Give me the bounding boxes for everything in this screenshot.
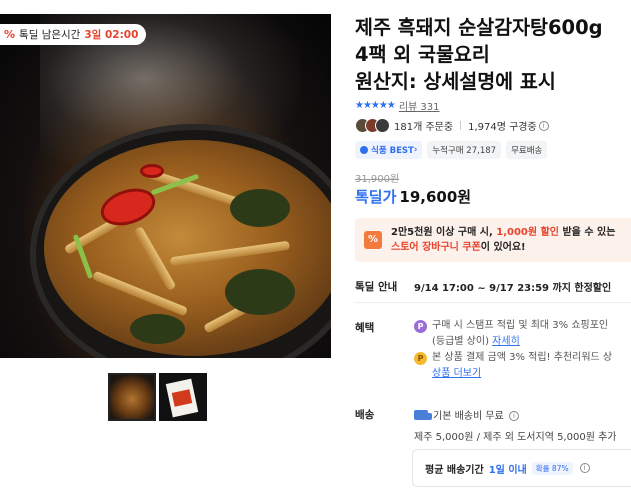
best-badge-label: 식품 BEST [371, 146, 414, 156]
benefit-item-stamp: P 구매 시 스탬프 적립 및 최대 3% 쇼핑포인 (등급별 상이) 자세히 [414, 318, 608, 350]
probability-chip: 확률 87% [531, 461, 573, 475]
chevron-right-icon: › [413, 145, 418, 155]
more-products-link[interactable]: 상품 더보기 [432, 368, 481, 379]
coupon-text: 2만5천원 이상 구매 시, 1,000원 할인 받을 수 있는 스토어 장바구… [391, 225, 615, 255]
greens [225, 269, 295, 315]
shipping-label: 배송 [355, 409, 375, 421]
info-icon[interactable]: i [538, 120, 549, 131]
benefit-stamp-line2: (등급별 상이) 자세히 [414, 334, 608, 350]
title-line-3: 원산지: 상세설명에 표시 [355, 70, 556, 93]
shipping-extra: 제주 5,000원 / 제주 외 도서지역 5,000원 추가 [414, 432, 617, 443]
benefit-stamp-note: (등급별 상이) [432, 336, 493, 347]
greens [230, 189, 290, 227]
red-pepper [140, 164, 164, 178]
divider [460, 121, 462, 130]
price-label: 톡딜가 [355, 188, 397, 206]
coupon-icon: % [364, 231, 382, 249]
timer-value: 3일 02:00 [84, 29, 139, 41]
benefit-item-reward: P 본 상품 결제 금액 3% 적립! 추천리워드 상 상품 더보기 [414, 350, 612, 382]
benefit-stamp-line1: 구매 시 스탬프 적립 및 최대 3% 쇼핑포인 [432, 320, 609, 331]
coupon-line2-post: 이 있어요! [480, 242, 526, 253]
truck-icon [414, 410, 432, 420]
cumulative-badge: 누적구매 27,187 [427, 141, 502, 159]
title-line-2: 4팩 외 국물요리 [355, 43, 490, 66]
avg-delivery-box: 평균 배송기간 1일 이내 확률 87% i [412, 449, 631, 487]
order-count: 181개 주문중 [394, 122, 454, 133]
review-count: 331 [420, 102, 440, 113]
avg-delivery-label: 평균 배송기간 [425, 464, 484, 476]
free-shipping-badge: 무료배송 [506, 141, 548, 159]
review-link[interactable]: 리뷰 331 [399, 98, 440, 113]
avg-delivery-value: 1일 이내 [488, 464, 527, 476]
info-icon[interactable]: i [508, 411, 519, 421]
shipping-base-text: 기본 배송비 무료 [433, 411, 504, 422]
coupon-line1-pre: 2만5천원 이상 구매 시, [391, 227, 497, 238]
stats-row: 181개 주문중 1,974명 구경중 i [355, 118, 549, 133]
badge-row: 식품 BEST › 누적구매 27,187 무료배송 [355, 141, 548, 159]
coupon-store-cart: 스토어 장바구니 쿠폰 [391, 242, 481, 253]
details-link[interactable]: 자세히 [492, 336, 520, 347]
sale-price: 19,600원 [399, 188, 472, 206]
coupon-line1-post: 받을 수 있는 [558, 227, 616, 238]
deal-timer-badge: % 톡딜 남은시간 3일 02:00 [0, 24, 147, 45]
info-icon[interactable]: i [579, 463, 590, 473]
original-price: 31,900원 [355, 174, 400, 185]
coupon-banner[interactable]: % 2만5천원 이상 구매 시, 1,000원 할인 받을 수 있는 스토어 장… [355, 218, 631, 262]
percent-icon: % [4, 28, 16, 41]
point-icon: P [414, 320, 427, 333]
section-divider [355, 302, 631, 303]
coupon-discount: 1,000원 할인 [496, 227, 559, 238]
title-line-1: 제주 흑돼지 순살감자탕600g [355, 16, 603, 39]
product-main-image[interactable] [0, 14, 331, 358]
star-rating-icon: ★★★★★ [355, 100, 396, 111]
thumbnail-1[interactable] [108, 373, 156, 421]
review-label: 리뷰 [398, 102, 418, 113]
greens [130, 314, 185, 344]
thumbnail-2[interactable] [159, 373, 207, 421]
reward-point-icon: P [414, 352, 427, 365]
avatar [375, 118, 390, 133]
shipping-base: 기본 배송비 무료 i [414, 407, 519, 422]
best-badge[interactable]: 식품 BEST › [355, 141, 423, 159]
timer-label: 톡딜 남은시간 [19, 29, 81, 41]
rating-row: ★★★★★ 리뷰 331 [355, 98, 440, 113]
price-row: 톡딜가 19,600원 [355, 186, 471, 207]
deal-period: 9/14 17:00 ~ 9/17 23:59 까지 한정할인 [414, 283, 612, 294]
watcher-count: 1,974명 구경중 [468, 122, 537, 133]
shield-icon [360, 146, 368, 154]
benefit-reward-line2: 상품 더보기 [414, 366, 612, 382]
benefit-label: 혜택 [355, 322, 375, 334]
product-title: 제주 흑돼지 순살감자탕600g 4팩 외 국물요리 원산지: 상세설명에 표시 [355, 14, 631, 95]
deal-info-label: 톡딜 안내 [355, 281, 398, 293]
benefit-reward-line1: 본 상품 결제 금액 3% 적립! 추천리워드 상 [432, 352, 613, 363]
